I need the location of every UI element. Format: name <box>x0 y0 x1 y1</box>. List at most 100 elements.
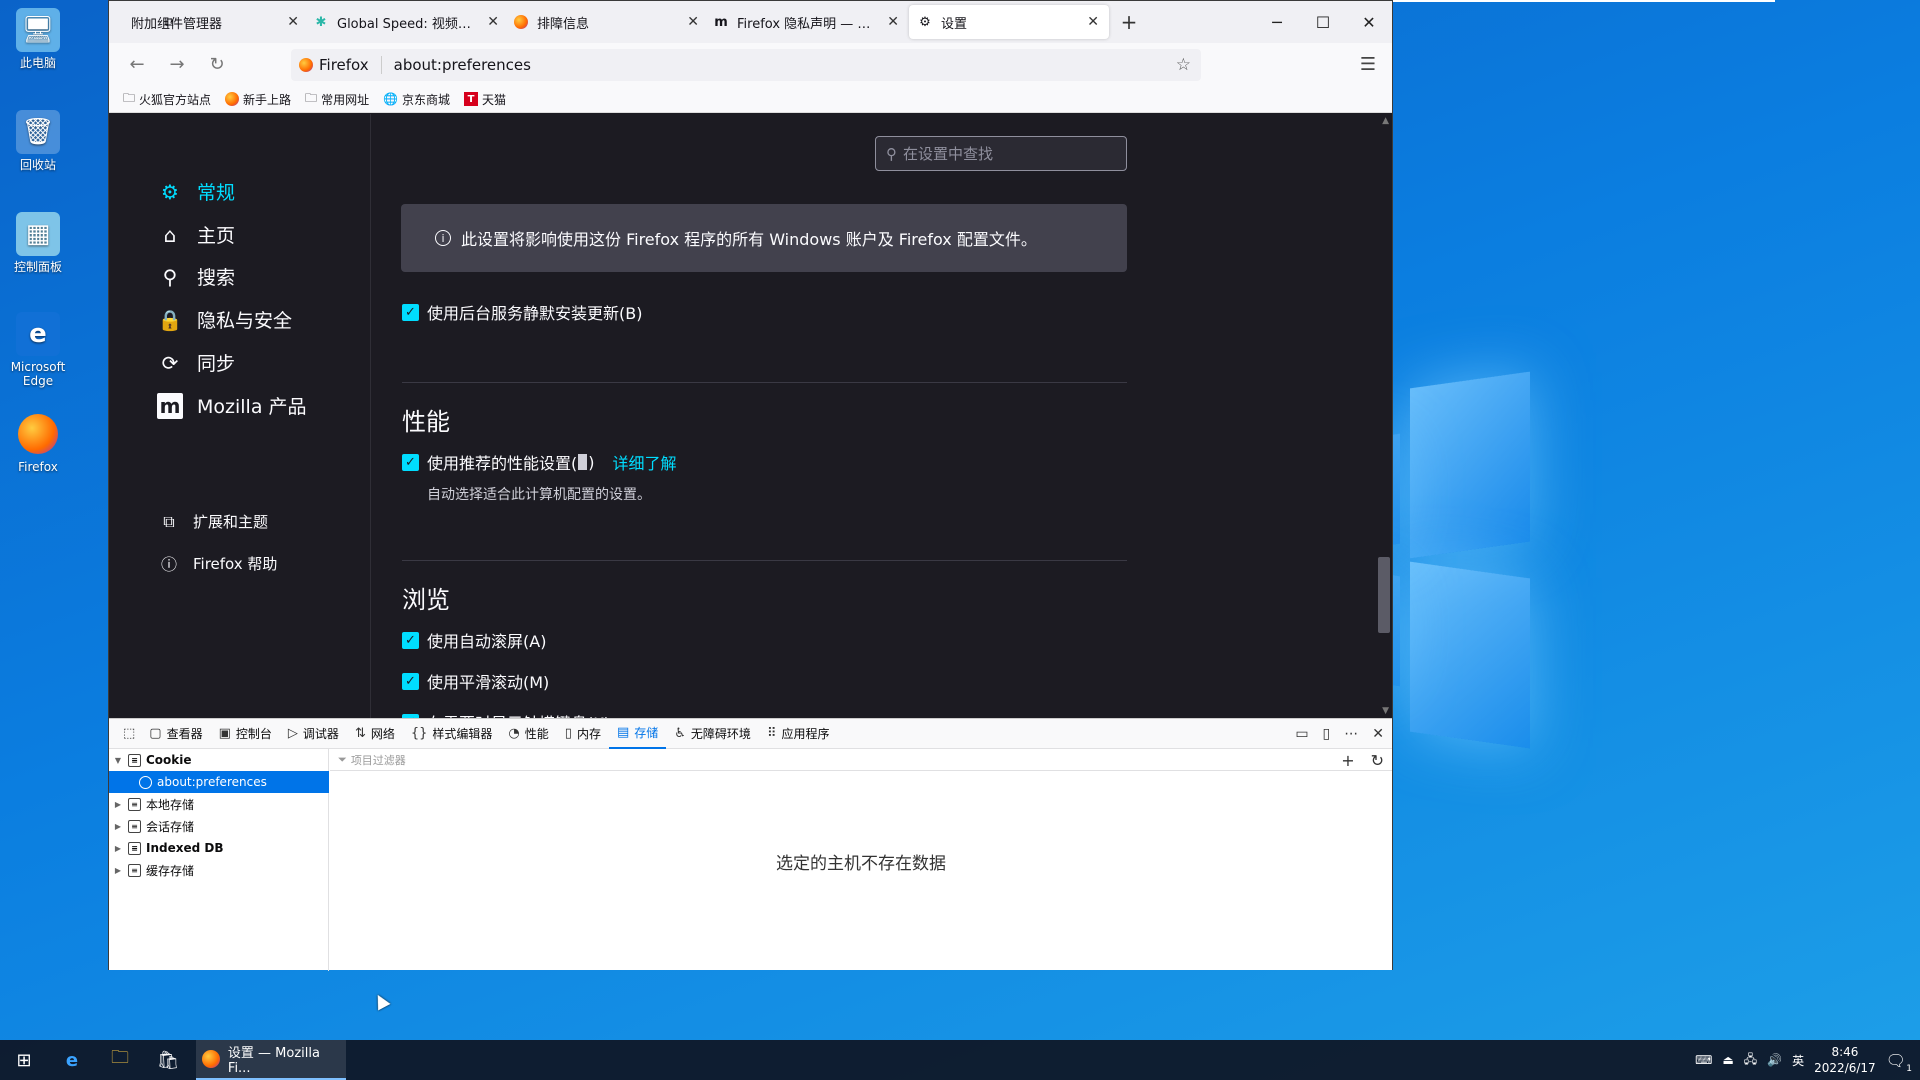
add-item-icon[interactable]: + <box>1341 751 1354 770</box>
taskbar-file-explorer[interactable]: 🗀 <box>96 1040 144 1080</box>
sidebar-item-extensions[interactable]: ⧉ 扩展和主题 <box>159 511 268 532</box>
learn-more-link[interactable]: 详细了解 <box>613 450 677 474</box>
dt-tab-console[interactable]: ▣ 控制台 <box>211 719 280 749</box>
collapsed-arrow-icon[interactable]: ▶ <box>113 800 123 809</box>
taskbar-edge[interactable]: e <box>48 1040 96 1080</box>
collapsed-arrow-icon[interactable]: ▶ <box>113 822 123 831</box>
dt-tab-storage[interactable]: ▤ 存储 <box>608 719 667 749</box>
bookmark-star-icon[interactable]: ☆ <box>1176 55 1191 75</box>
sidebar-item-help[interactable]: ⓘ Firefox 帮助 <box>159 551 277 575</box>
sidebar-item-privacy[interactable]: 🔒 隐私与安全 <box>157 306 292 333</box>
keyboard-icon[interactable]: ⌨ <box>1695 1053 1712 1067</box>
scroll-down-icon[interactable]: ▼ <box>1382 706 1389 716</box>
volume-icon[interactable]: 🔊 <box>1767 1053 1782 1067</box>
split-console-icon[interactable]: ▭ <box>1295 726 1308 742</box>
tab-privacy-notice[interactable]: m Firefox 隐私声明 — Mozilla ✕ <box>709 1 909 43</box>
url-bar[interactable]: Firefox about:preferences ☆ <box>291 48 1201 81</box>
close-tab-icon[interactable]: ✕ <box>287 14 299 30</box>
tree-item-indexed-db[interactable]: ▶ ≡ Indexed DB <box>109 837 329 859</box>
tab-addons[interactable]: ⧉ 附加组件管理器 ✕ <box>109 1 309 43</box>
dt-tab-inspector[interactable]: ▢ 查看器 <box>141 719 210 749</box>
desktop-icon-firefox[interactable]: Firefox <box>4 412 72 474</box>
perf-recommended-checkbox-row[interactable]: ✓ 使用推荐的性能设置() 详细了解 <box>402 450 677 474</box>
bookmark-tmall[interactable]: T 天猫 <box>464 91 506 108</box>
identity-box[interactable]: Firefox <box>299 55 382 74</box>
usb-icon[interactable]: ⏏ <box>1722 1053 1733 1067</box>
sidebar-item-general[interactable]: ⚙ 常规 <box>157 178 235 205</box>
autoscroll-checkbox-row[interactable]: ✓ 使用自动滚屏(A) <box>402 628 546 652</box>
new-tab-button[interactable]: + <box>1109 1 1149 43</box>
close-window-icon[interactable]: ✕ <box>1346 1 1392 43</box>
global-speed-icon: ✱ <box>315 14 327 30</box>
refresh-icon[interactable]: ↻ <box>1371 751 1384 770</box>
firefox-window: ⧉ 附加组件管理器 ✕ ✱ Global Speed: 视频速度控制 ✕ 排障信… <box>108 0 1393 971</box>
search-icon: ⚲ <box>886 144 897 163</box>
dt-tab-memory[interactable]: ▯ 内存 <box>557 719 609 749</box>
close-tab-icon[interactable]: ✕ <box>887 14 899 30</box>
back-icon[interactable]: ← <box>121 49 153 81</box>
ime-indicator[interactable]: 英 <box>1792 1052 1804 1069</box>
dt-tab-accessibility[interactable]: ♿ 无障碍环境 <box>666 719 759 749</box>
tree-item-cache-storage[interactable]: ▶ ≡ 缓存存储 <box>109 859 329 881</box>
settings-search-input[interactable]: ⚲ 在设置中查找 <box>875 136 1127 171</box>
desktop-icon-recycle-bin[interactable]: 🗑 回收站 <box>4 110 72 172</box>
tree-item-local-storage[interactable]: ▶ ≡ 本地存储 <box>109 793 329 815</box>
network-icon[interactable]: 🖧 <box>1744 1050 1757 1071</box>
element-picker-button[interactable]: ⬚ <box>117 719 141 749</box>
dt-tab-performance[interactable]: ◔ 性能 <box>500 719 556 749</box>
tab-settings[interactable]: ⚙ 设置 ✕ <box>909 5 1109 39</box>
sidebar-item-home[interactable]: ⌂ 主页 <box>157 221 235 248</box>
bookmark-jd[interactable]: 🌐 京东商城 <box>383 91 450 108</box>
bookmark-getting-started[interactable]: 新手上路 <box>225 91 291 108</box>
minimize-icon[interactable]: ─ <box>1254 1 1300 43</box>
bookmark-official-site[interactable]: 🗀 火狐官方站点 <box>123 89 211 110</box>
bg-update-checkbox-row[interactable]: ✓ 使用后台服务静默安装更新(B) <box>402 300 642 324</box>
url-text[interactable]: about:preferences <box>394 56 531 74</box>
checkbox-checked-icon[interactable]: ✓ <box>402 453 419 471</box>
collapsed-arrow-icon[interactable]: ▶ <box>113 866 123 875</box>
reload-icon[interactable]: ↻ <box>201 49 233 81</box>
desktop-icon-computer[interactable]: 🖥 此电脑 <box>4 8 72 70</box>
close-devtools-icon[interactable]: ✕ <box>1372 726 1384 742</box>
taskbar-store[interactable]: 🛍 <box>144 1040 192 1080</box>
sidebar-item-sync[interactable]: ⟳ 同步 <box>157 349 235 376</box>
checkbox-checked-icon[interactable]: ✓ <box>402 303 419 321</box>
sidebar-item-search[interactable]: ⚲ 搜索 <box>157 263 235 290</box>
dt-tab-debugger[interactable]: ▷ 调试器 <box>280 719 347 749</box>
database-icon: ≡ <box>128 819 141 833</box>
touch-keyboard-checkbox-row[interactable]: ✓ 在需要时显示触摸键盘(K) <box>402 710 610 718</box>
dt-tab-network[interactable]: ⇅ 网络 <box>347 719 403 749</box>
maximize-icon[interactable]: ☐ <box>1300 1 1346 43</box>
expanded-arrow-icon[interactable]: ▼ <box>113 756 123 765</box>
scroll-up-icon[interactable]: ▲ <box>1382 116 1389 126</box>
clock[interactable]: 8:46 2022/6/17 <box>1814 1044 1876 1076</box>
taskbar-firefox-app[interactable]: 设置 — Mozilla Fi... <box>196 1040 346 1080</box>
dt-tab-application[interactable]: ⠿ 应用程序 <box>759 719 838 749</box>
forward-icon[interactable]: → <box>161 49 193 81</box>
settings-scrollbar[interactable]: ▲ ▼ <box>1376 114 1392 718</box>
checkbox-checked-icon[interactable]: ✓ <box>402 672 419 690</box>
close-tab-icon[interactable]: ✕ <box>487 14 499 30</box>
dt-tab-style-editor[interactable]: {} 样式编辑器 <box>403 719 501 749</box>
hamburger-menu-icon[interactable]: ☰ <box>1360 54 1376 75</box>
tab-global-speed[interactable]: ✱ Global Speed: 视频速度控制 ✕ <box>309 1 509 43</box>
tree-item-about-preferences[interactable]: about:preferences <box>109 771 329 793</box>
tree-item-cookie[interactable]: ▼ ≡ Cookie <box>109 749 329 771</box>
sidebar-item-mozilla-products[interactable]: m Mozilla 产品 <box>157 392 307 419</box>
bookmark-common-sites[interactable]: 🗀 常用网址 <box>305 89 369 110</box>
close-tab-icon[interactable]: ✕ <box>1087 14 1099 30</box>
desktop-icon-edge[interactable]: e Microsoft Edge <box>4 312 72 388</box>
start-button[interactable]: ⊞ <box>0 1040 48 1080</box>
collapsed-arrow-icon[interactable]: ▶ <box>113 844 123 853</box>
checkbox-checked-icon[interactable]: ✓ <box>402 631 419 649</box>
desktop-icon-control-panel[interactable]: ▦ 控制面板 <box>4 212 72 274</box>
item-filter-input[interactable]: ⏷ 项目过滤器 + ↻ <box>330 749 1392 771</box>
tab-troubleshooting[interactable]: 排障信息 ✕ <box>509 1 709 43</box>
scroll-thumb[interactable] <box>1378 557 1390 633</box>
tree-item-session-storage[interactable]: ▶ ≡ 会话存储 <box>109 815 329 837</box>
smooth-scroll-checkbox-row[interactable]: ✓ 使用平滑滚动(M) <box>402 669 549 693</box>
more-options-icon[interactable]: ⋯ <box>1344 726 1358 742</box>
close-tab-icon[interactable]: ✕ <box>687 14 699 30</box>
responsive-design-icon[interactable]: ▯ <box>1323 726 1331 742</box>
notification-center-icon[interactable]: 🗨 1 <box>1886 1051 1912 1074</box>
